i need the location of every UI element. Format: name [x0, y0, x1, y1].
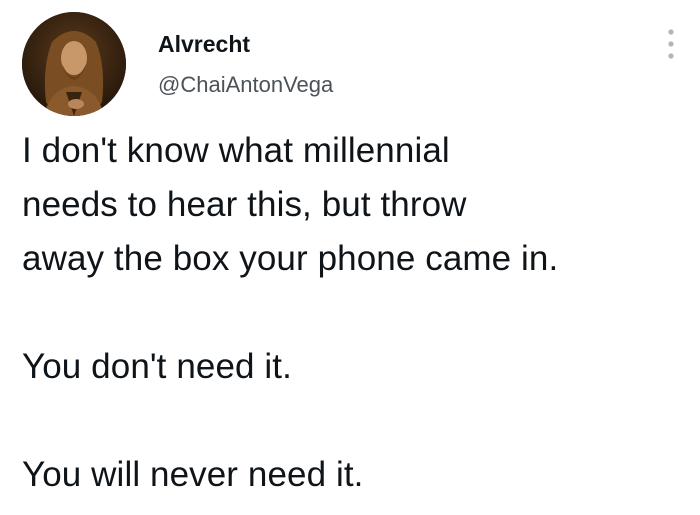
tweet-header: Alvrecht @ChaiAntonVega — [22, 12, 682, 117]
avatar[interactable] — [22, 12, 126, 116]
tweet-card: Alvrecht @ChaiAntonVega I don't know wha… — [0, 0, 700, 515]
tweet-text: I don't know what millennial needs to he… — [22, 124, 692, 502]
display-name[interactable]: Alvrecht — [158, 30, 333, 58]
portrait-avatar-icon — [22, 12, 126, 116]
user-handle[interactable]: @ChaiAntonVega — [158, 72, 333, 98]
user-info: Alvrecht @ChaiAntonVega — [158, 30, 333, 98]
tweet-text-line: I don't know what millennial — [22, 131, 450, 170]
tweet-text-line: needs to hear this, but throw — [22, 185, 467, 224]
more-options-button[interactable] — [664, 24, 678, 64]
more-dots-icon — [668, 29, 674, 59]
tweet-text-line: You don't need it. — [22, 347, 292, 386]
tweet-text-line: away the box your phone came in. — [22, 239, 559, 278]
tweet-text-line: You will never need it. — [22, 455, 364, 494]
